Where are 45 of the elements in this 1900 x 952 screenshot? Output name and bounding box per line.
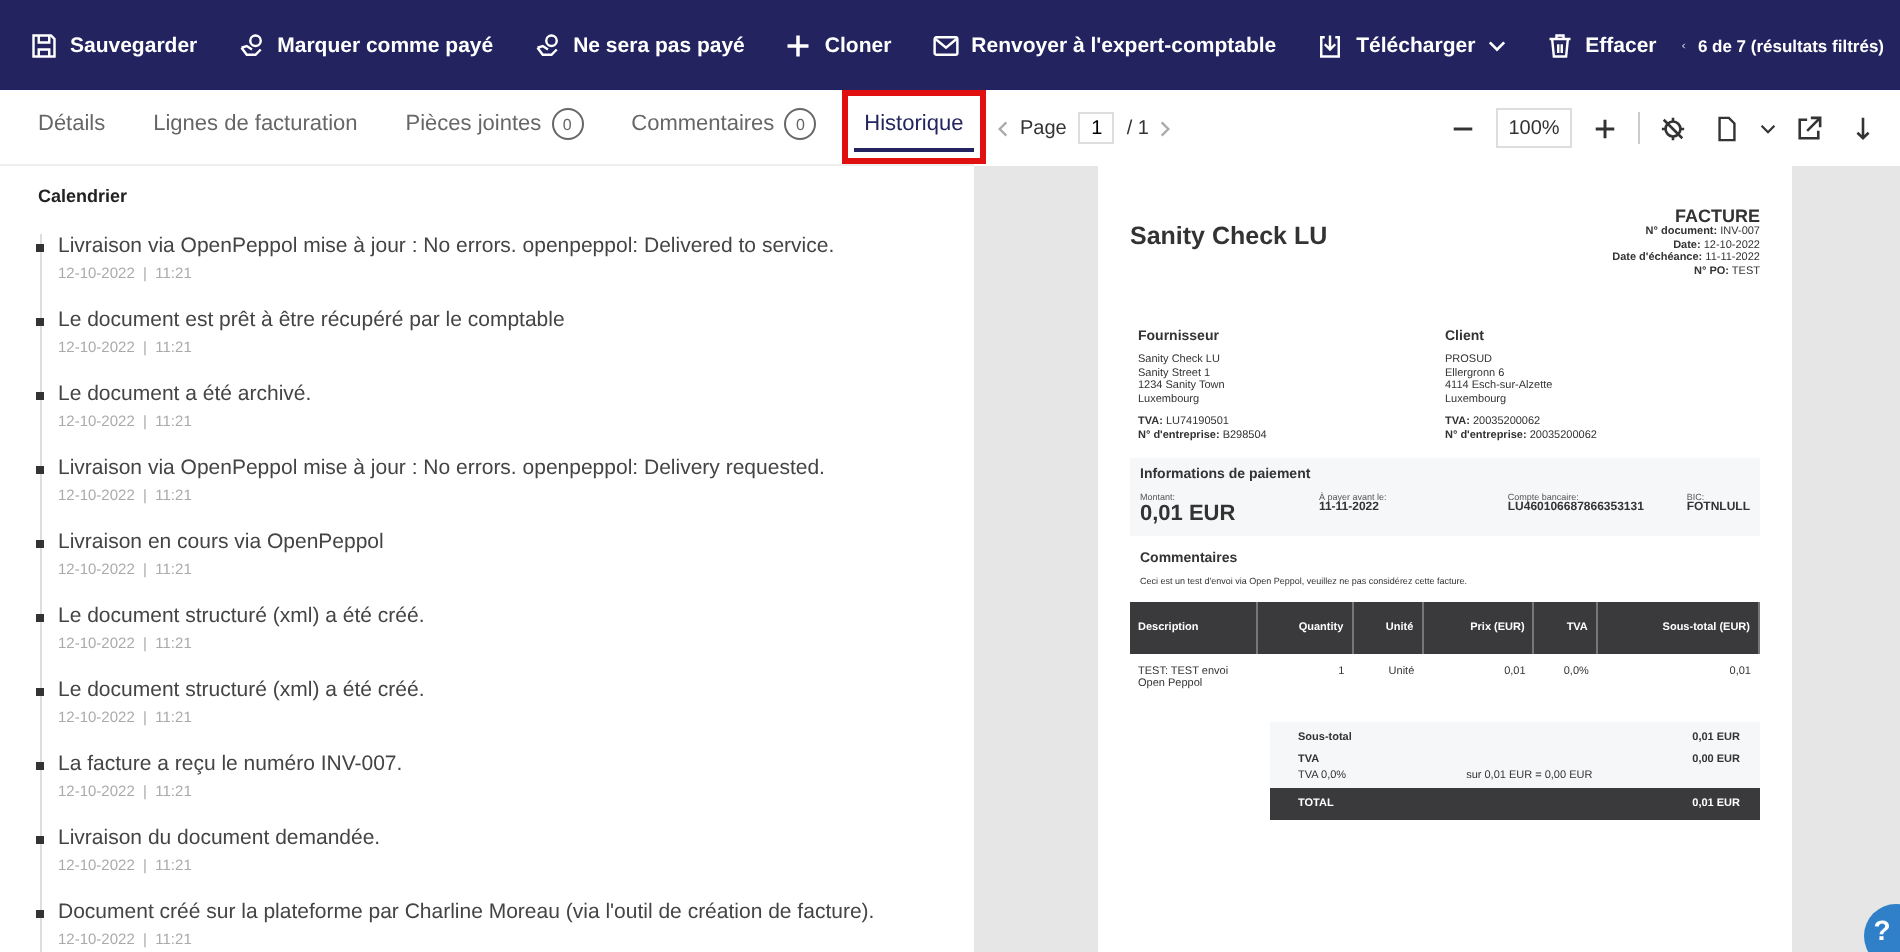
bullet-icon [36,836,44,844]
record-counter: 6 de 7 (résultats filtrés) [1697,35,1884,55]
help-button[interactable]: ? [1864,904,1900,952]
event-text: Le document est prêt à être récupéré par le comptable [58,308,565,332]
plus-icon [784,31,813,59]
caret-icon[interactable] [1760,123,1776,133]
zoom-input[interactable]: 100% [1496,108,1572,148]
page-label: Page [1020,117,1067,139]
download-icon [1316,31,1345,59]
bullet-icon [36,244,44,252]
event-text: Le document structuré (xml) a été créé. [58,678,425,702]
bullet-icon [36,466,44,474]
bullet-icon [36,392,44,400]
section-title: Calendrier [38,186,130,206]
count-badge: 0 [784,108,817,140]
bullet-icon [36,540,44,548]
company-name: Sanity Check LU [1130,222,1328,254]
save-icon [30,31,58,59]
hand-coin-icon [533,31,562,59]
bullet-icon [36,762,44,770]
event-text: Le document structuré (xml) a été créé. [58,604,425,628]
event-text: Le document a été archivé. [58,382,312,406]
document-icon[interactable] [1714,115,1740,141]
external-link-icon[interactable] [1796,115,1822,141]
hand-coin-icon [237,31,266,59]
event-text: Livraison du document demandée. [58,826,381,850]
crossed-target-icon[interactable] [1660,115,1686,141]
plus-icon[interactable] [1592,115,1618,141]
event-text: Document créé sur la plateforme par Charline Moreau (via l'outil de création de facture). [58,900,875,924]
invoice-title: FACTURE [1673,206,1760,226]
event-text: Livraison via OpenPeppol mise à jour : No errors. openpeppol: Delivery requested. [58,456,825,480]
envelope-icon [931,31,960,59]
event-text: La facture a reçu le numéro INV-007. [58,752,403,776]
bullet-icon [36,910,44,918]
bullet-icon [36,614,44,622]
bullet-icon [36,318,44,326]
bullet-icon [36,688,44,696]
field-value: 0,01 EUR [1140,502,1238,527]
count-badge: 0 [551,108,584,140]
caret-icon [1487,39,1506,51]
event-text: Livraison via OpenPeppol mise à jour : No errors. openpeppol: Delivered to service. [58,234,835,258]
page-total: / 1 [1126,117,1149,139]
trash-icon [1545,31,1574,59]
event-text: Livraison en cours via OpenPeppol [58,530,384,554]
page-input[interactable]: 1 [1078,112,1115,144]
